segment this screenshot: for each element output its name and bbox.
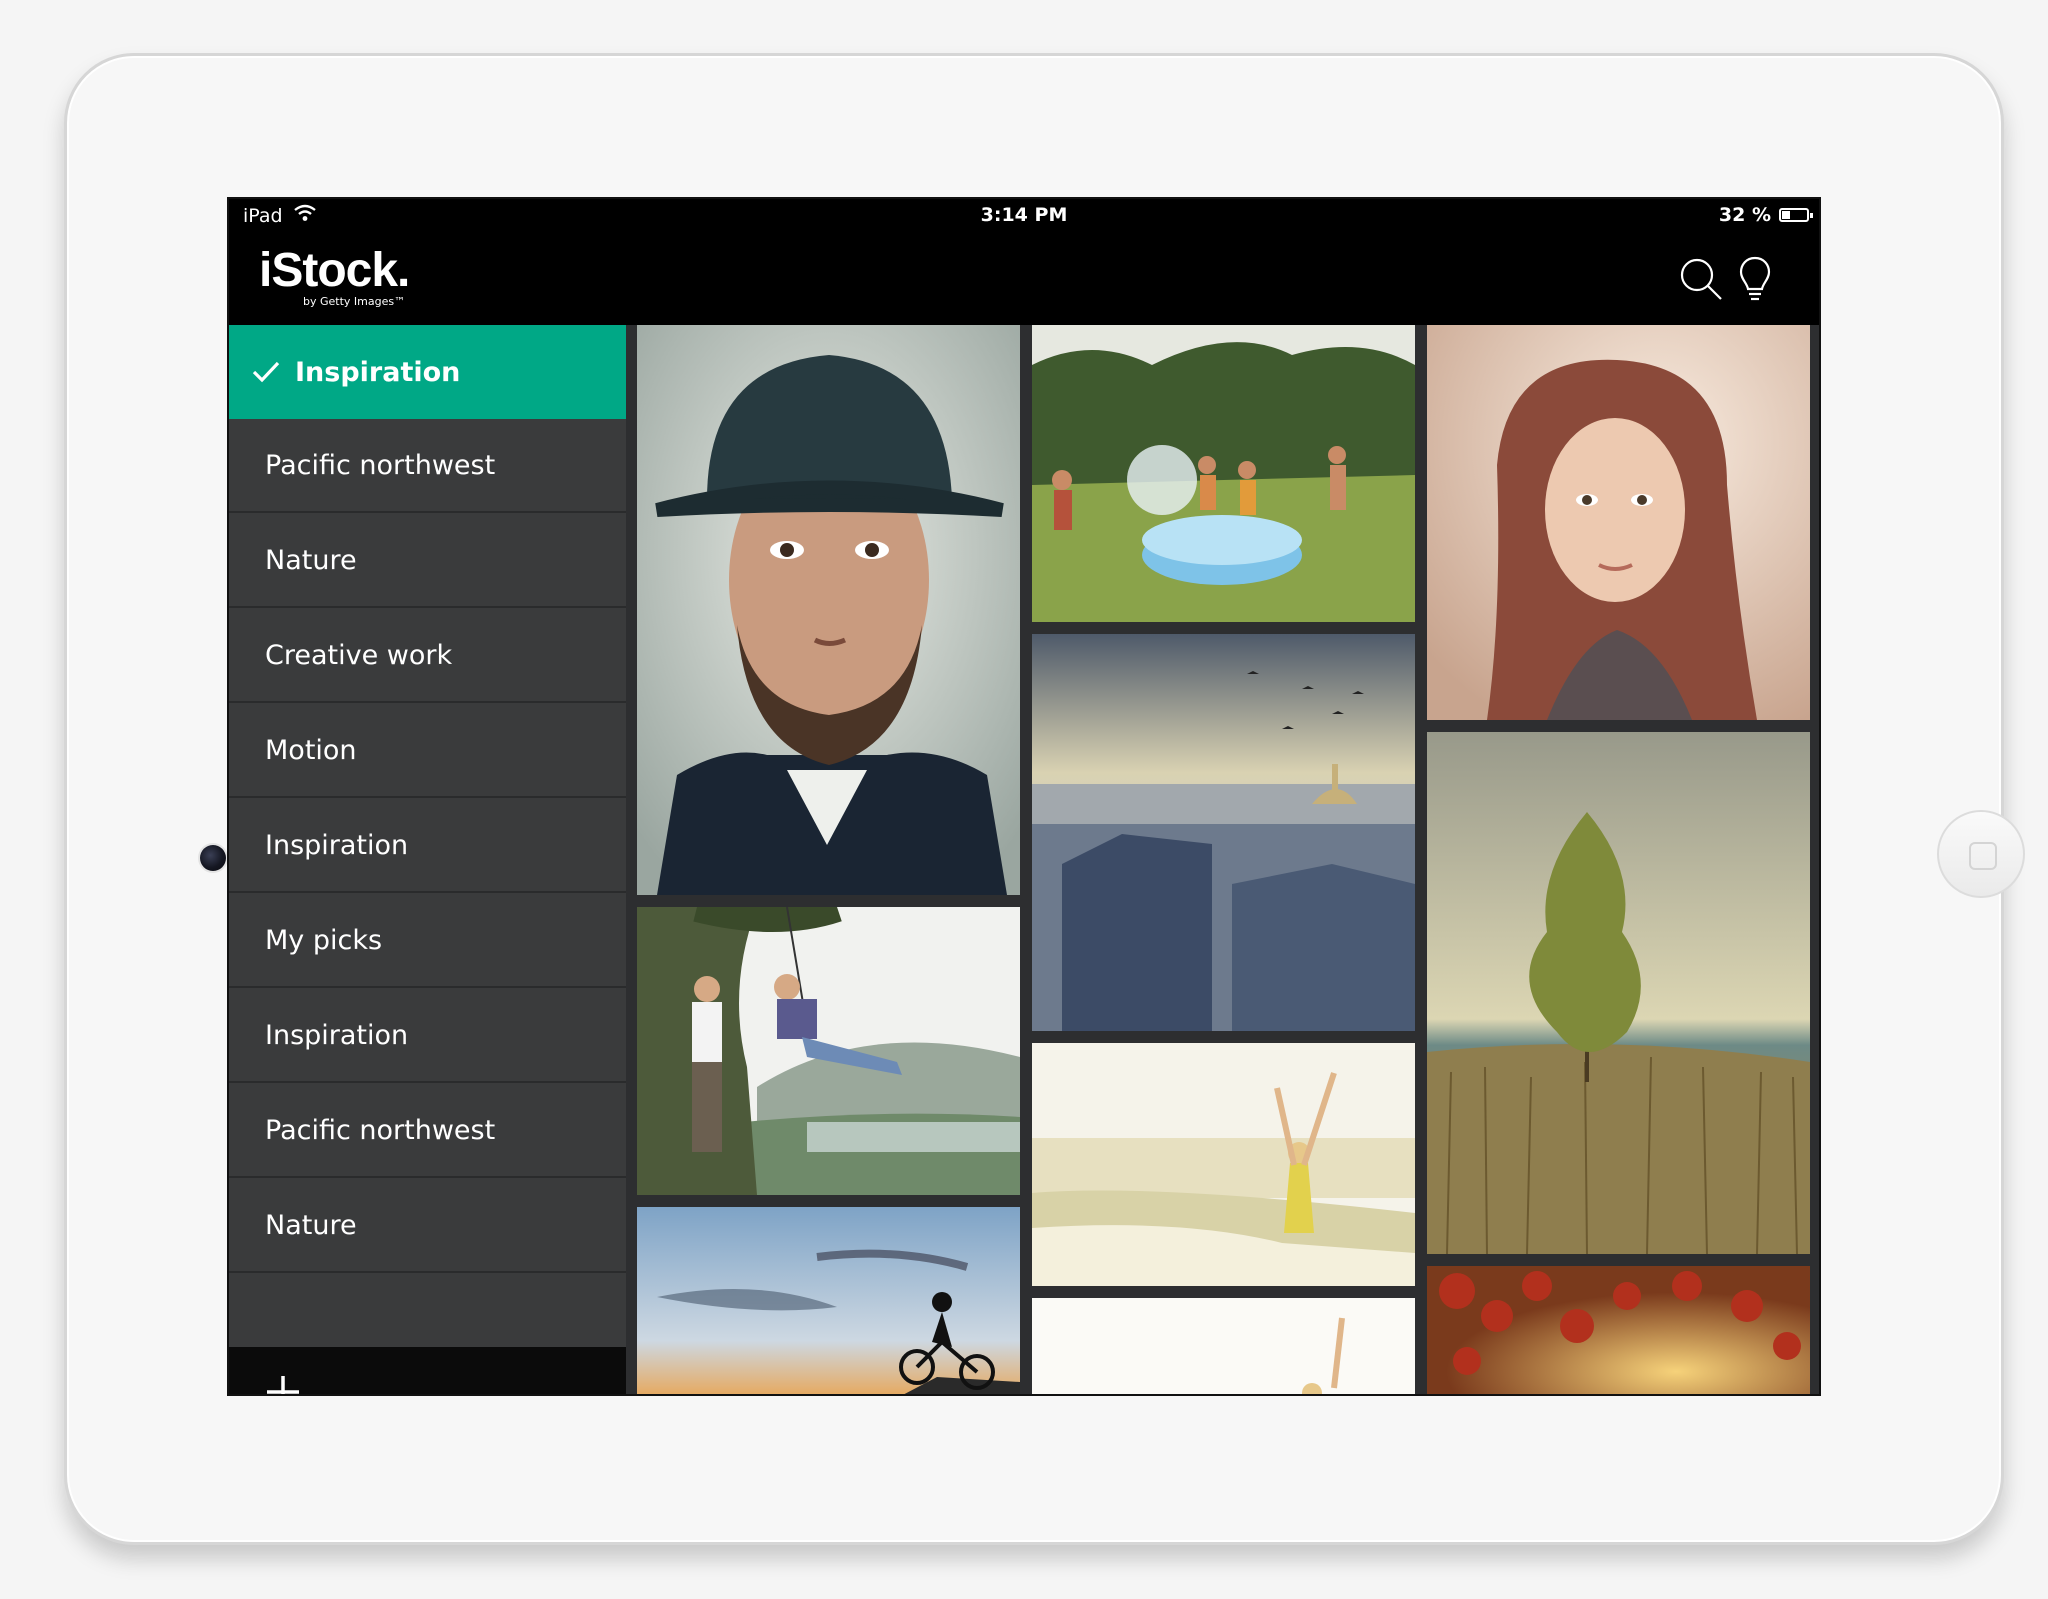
sidebar-item-label: Motion bbox=[265, 734, 357, 766]
plus-icon[interactable] bbox=[263, 1372, 303, 1394]
search-icon[interactable] bbox=[1671, 249, 1731, 309]
photo-autumn-leaves[interactable] bbox=[1427, 1266, 1810, 1394]
sidebar-item-label: Nature bbox=[265, 544, 357, 576]
photo-woman-beach[interactable] bbox=[1032, 1043, 1415, 1286]
sidebar-item-pacific-northwest[interactable]: Pacific northwest bbox=[229, 419, 626, 513]
home-button[interactable] bbox=[1937, 810, 2025, 898]
sidebar-item-pacific-northwest-2[interactable]: Pacific northwest bbox=[229, 1084, 626, 1178]
clock: 3:14 PM bbox=[980, 204, 1068, 226]
sidebar-item-inspiration[interactable]: Inspiration bbox=[229, 325, 626, 419]
sidebar-item-label: Nature bbox=[265, 1209, 357, 1241]
sidebar: Inspiration Pacific northwest Nature Cre… bbox=[229, 325, 626, 1394]
logo-text: iStock. bbox=[259, 244, 410, 297]
sidebar-item-inspiration-3[interactable]: Inspiration bbox=[229, 989, 626, 1083]
sidebar-footer bbox=[229, 1347, 626, 1394]
sidebar-item-label: Pacific northwest bbox=[265, 1114, 496, 1146]
sidebar-item-creative-work[interactable]: Creative work bbox=[229, 609, 626, 703]
sidebar-item-motion[interactable]: Motion bbox=[229, 704, 626, 798]
sidebar-item-my-picks[interactable]: My picks bbox=[229, 894, 626, 988]
battery-percent: 32 % bbox=[1718, 204, 1771, 226]
sidebar-item-label: Creative work bbox=[265, 639, 453, 671]
sidebar-item-label: Inspiration bbox=[295, 356, 461, 388]
photo-lone-tree[interactable] bbox=[1427, 732, 1810, 1254]
status-bar: iPad 3:14 PM 32 % bbox=[229, 199, 1819, 231]
photo-red-hair-woman[interactable] bbox=[1427, 325, 1810, 720]
sidebar-item-nature[interactable]: Nature bbox=[229, 514, 626, 608]
lightbulb-icon[interactable] bbox=[1725, 249, 1785, 309]
sidebar-item-label: Inspiration bbox=[265, 1019, 409, 1051]
photo-man-with-hat[interactable] bbox=[637, 325, 1020, 895]
photo-paris-rooftops[interactable] bbox=[1032, 634, 1415, 1031]
front-camera bbox=[200, 845, 226, 871]
app-header: iStock. by Getty Images™ bbox=[229, 231, 1819, 357]
sidebar-item-nature-2[interactable]: Nature bbox=[229, 1179, 626, 1273]
checkmark-icon bbox=[251, 360, 281, 384]
sidebar-item-inspiration-2[interactable]: Inspiration bbox=[229, 799, 626, 893]
photo-bmx-rider[interactable] bbox=[637, 1207, 1020, 1394]
sidebar-item-label: My picks bbox=[265, 924, 383, 956]
photo-kids-pool[interactable] bbox=[1032, 325, 1415, 622]
photo-couple-swing[interactable] bbox=[637, 907, 1020, 1195]
photo-woman-beach-partial[interactable] bbox=[1032, 1298, 1415, 1394]
logo-subtitle: by Getty Images™ bbox=[303, 295, 406, 308]
sidebar-item-label: Pacific northwest bbox=[265, 449, 496, 481]
sidebar-item-label: Inspiration bbox=[265, 829, 409, 861]
istock-logo[interactable]: iStock. by Getty Images™ bbox=[259, 244, 410, 309]
battery-icon bbox=[1779, 208, 1813, 222]
app-screen: iPad 3:14 PM 32 % iStock. by Getty Image… bbox=[227, 197, 1821, 1396]
